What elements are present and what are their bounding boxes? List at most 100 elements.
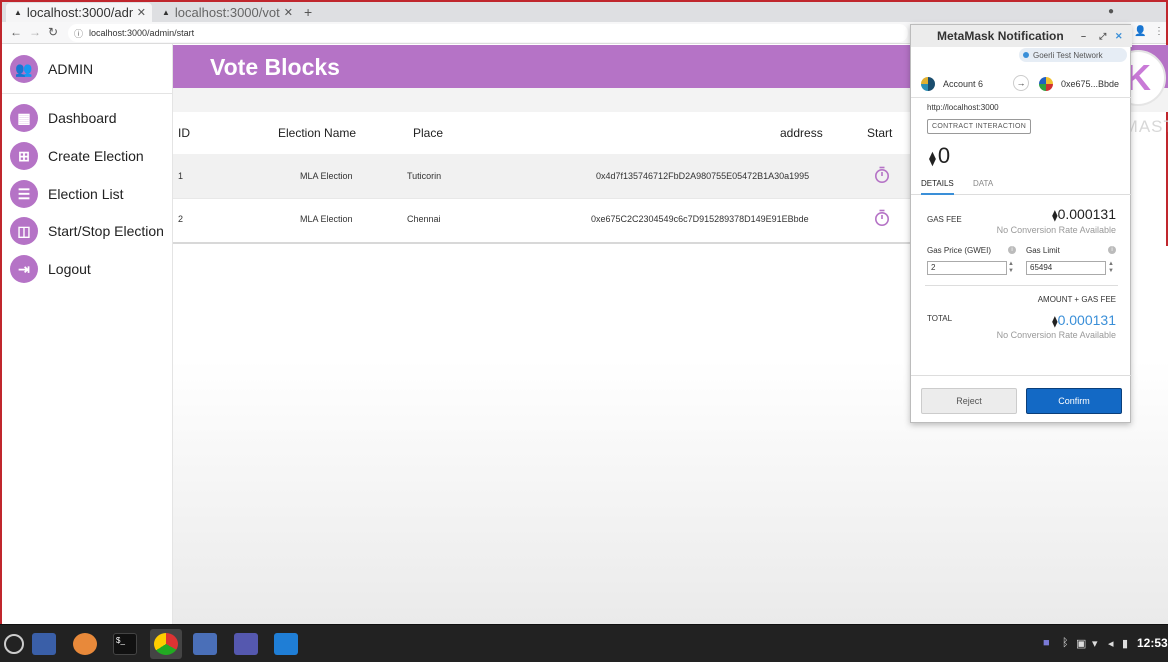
column-header-place: Place <box>413 126 444 140</box>
table-row: 1 MLA Election Tuticorin 0x4d7f135746712… <box>173 154 913 199</box>
favicon-icon: ▲ <box>162 8 170 17</box>
timer-icon[interactable] <box>874 209 890 227</box>
sidebar-item-logout[interactable]: ⇥ Logout <box>10 255 91 283</box>
new-tab-icon[interactable]: + <box>304 4 312 20</box>
taskbar: $_ ■ ᛒ ▣ ▾ ◂ ▮ 12:53 <box>0 624 1168 662</box>
gas-limit-label: Gas Limit <box>1026 246 1060 255</box>
cell-address: 0x4d7f135746712FbD2A980755E05472B1A30a19… <box>596 171 810 181</box>
clock[interactable]: 12:53 <box>1137 636 1168 650</box>
origin-url: http://localhost:3000 <box>927 103 999 112</box>
chrome-icon[interactable] <box>154 633 178 655</box>
gas-fee-conversion-note: No Conversion Rate Available <box>996 225 1116 235</box>
sidebar-divider <box>2 93 173 94</box>
close-tab-icon[interactable]: ✕ <box>284 6 293 19</box>
page-title: Vote Blocks <box>210 54 340 80</box>
show-desktop-icon[interactable] <box>32 633 56 655</box>
gas-price-input[interactable]: 2 <box>927 261 1007 275</box>
minimize-icon[interactable]: – <box>1081 25 1086 47</box>
gas-limit-input[interactable]: 65494 <box>1026 261 1106 275</box>
gas-fee-amount: 0.000131 <box>1057 206 1116 222</box>
admin-users-icon: 👥 <box>10 55 38 83</box>
teams-icon[interactable] <box>234 633 258 655</box>
network-status-icon <box>1023 52 1029 58</box>
cell-election-name: MLA Election <box>300 214 353 224</box>
menu-launcher-icon[interactable] <box>4 634 24 654</box>
tab-data[interactable]: DATA <box>973 179 993 188</box>
bluetooth-icon[interactable]: ᛒ <box>1062 637 1069 649</box>
dashboard-icon: ▦ <box>10 104 38 132</box>
account-row: Account 6 → 0xe675...Bbde <box>911 70 1132 98</box>
ethereum-icon: ⧫ <box>929 150 936 166</box>
window-close-icon[interactable]: ● <box>1108 6 1114 17</box>
info-icon[interactable]: ⓘ <box>74 27 83 40</box>
teams-tray-icon[interactable]: ■ <box>1043 637 1050 649</box>
browser-tab-bar: ▲ localhost:3000/adm ✕ ▲ localhost:3000/… <box>2 2 1166 22</box>
tab-title: localhost:3000/adm <box>26 5 133 20</box>
tab-title: localhost:3000/vot <box>174 5 280 20</box>
cell-place: Chennai <box>407 214 441 224</box>
timer-icon[interactable] <box>874 166 890 184</box>
clipboard-icon[interactable]: ▣ <box>1076 637 1086 650</box>
metamask-title: MetaMask Notification <box>937 29 1064 43</box>
gas-limit-stepper[interactable]: ▲ ▼ <box>1108 261 1114 275</box>
network-icon[interactable]: ▾ <box>1092 637 1098 650</box>
logout-icon: ⇥ <box>10 255 38 283</box>
gas-fee-label: GAS FEE <box>927 215 962 224</box>
amount-value: 0 <box>937 143 951 168</box>
sidebar-item-label: Create Election <box>48 148 144 164</box>
cell-place: Tuticorin <box>407 171 442 181</box>
profile-icon[interactable]: 👤 <box>1134 26 1146 37</box>
start-stop-icon: ◫ <box>10 217 38 245</box>
column-header-id: ID <box>178 126 190 140</box>
firefox-icon[interactable] <box>73 633 97 655</box>
sidebar-item-election-list[interactable]: ☰ Election List <box>10 180 123 208</box>
gas-fee-value: ⧫0.000131 <box>1052 206 1116 222</box>
vscode-icon[interactable] <box>274 633 298 655</box>
gas-price-label: Gas Price (GWEI) <box>927 246 992 255</box>
favicon-icon: ▲ <box>14 8 22 17</box>
from-account-name: Account 6 <box>943 79 984 89</box>
arrow-right-icon: → <box>1013 75 1029 91</box>
files-icon[interactable] <box>193 633 217 655</box>
cell-id: 1 <box>178 171 184 181</box>
info-icon[interactable]: i <box>1108 246 1116 254</box>
terminal-icon[interactable]: $_ <box>113 633 137 655</box>
browser-tab-active[interactable]: ▲ localhost:3000/adm ✕ <box>6 3 152 22</box>
battery-icon[interactable]: ▮ <box>1122 637 1128 650</box>
reject-button[interactable]: Reject <box>921 388 1017 414</box>
forward-icon[interactable]: → <box>29 25 41 39</box>
total-conversion-note: No Conversion Rate Available <box>996 330 1116 340</box>
table-header: ID Election Name Place address Start <box>173 112 913 154</box>
back-icon[interactable]: ← <box>10 25 22 39</box>
sidebar-item-dashboard[interactable]: ▦ Dashboard <box>10 104 117 132</box>
total-label: TOTAL <box>927 314 953 323</box>
amount-plus-gas-label: AMOUNT + GAS FEE <box>1037 295 1116 304</box>
menu-icon[interactable]: ⋮ <box>1154 26 1164 37</box>
sidebar: 👥 ADMIN ▦ Dashboard ⊞ Create Election ☰ … <box>2 44 173 624</box>
metamask-notification-window: MetaMask Notification – ⤢ ✕ Goerli Test … <box>910 24 1132 423</box>
info-icon[interactable]: i <box>1008 246 1016 254</box>
divider <box>925 285 1118 286</box>
sidebar-item-start-stop-election[interactable]: ◫ Start/Stop Election <box>10 217 164 245</box>
reload-icon[interactable]: ↻ <box>48 25 58 39</box>
from-account-avatar <box>921 77 935 91</box>
sidebar-title: ADMIN <box>48 61 94 77</box>
volume-icon[interactable]: ◂ <box>1108 637 1114 650</box>
browser-tab-inactive[interactable]: ▲ localhost:3000/vot ✕ <box>154 3 299 22</box>
tab-details[interactable]: DETAILS <box>921 179 954 195</box>
sidebar-item-label: Dashboard <box>48 110 117 126</box>
action-buttons: Reject Confirm <box>911 375 1132 423</box>
cell-id: 2 <box>178 214 184 224</box>
total-amount: 0.000131 <box>1057 312 1116 328</box>
confirm-button[interactable]: Confirm <box>1026 388 1122 414</box>
network-badge[interactable]: Goerli Test Network <box>1019 48 1127 62</box>
maximize-icon[interactable]: ⤢ <box>1099 25 1106 47</box>
sidebar-item-create-election[interactable]: ⊞ Create Election <box>10 142 144 170</box>
add-box-icon: ⊞ <box>10 142 38 170</box>
close-window-icon[interactable]: ✕ <box>1115 25 1123 47</box>
close-tab-icon[interactable]: ✕ <box>137 6 146 19</box>
url-field[interactable]: ⓘ localhost:3000/admin/start <box>68 24 908 42</box>
column-header-start: Start <box>867 126 893 140</box>
table-row: 2 MLA Election Chennai 0xe675C2C2304549c… <box>173 199 913 244</box>
gas-price-stepper[interactable]: ▲ ▼ <box>1008 261 1014 275</box>
